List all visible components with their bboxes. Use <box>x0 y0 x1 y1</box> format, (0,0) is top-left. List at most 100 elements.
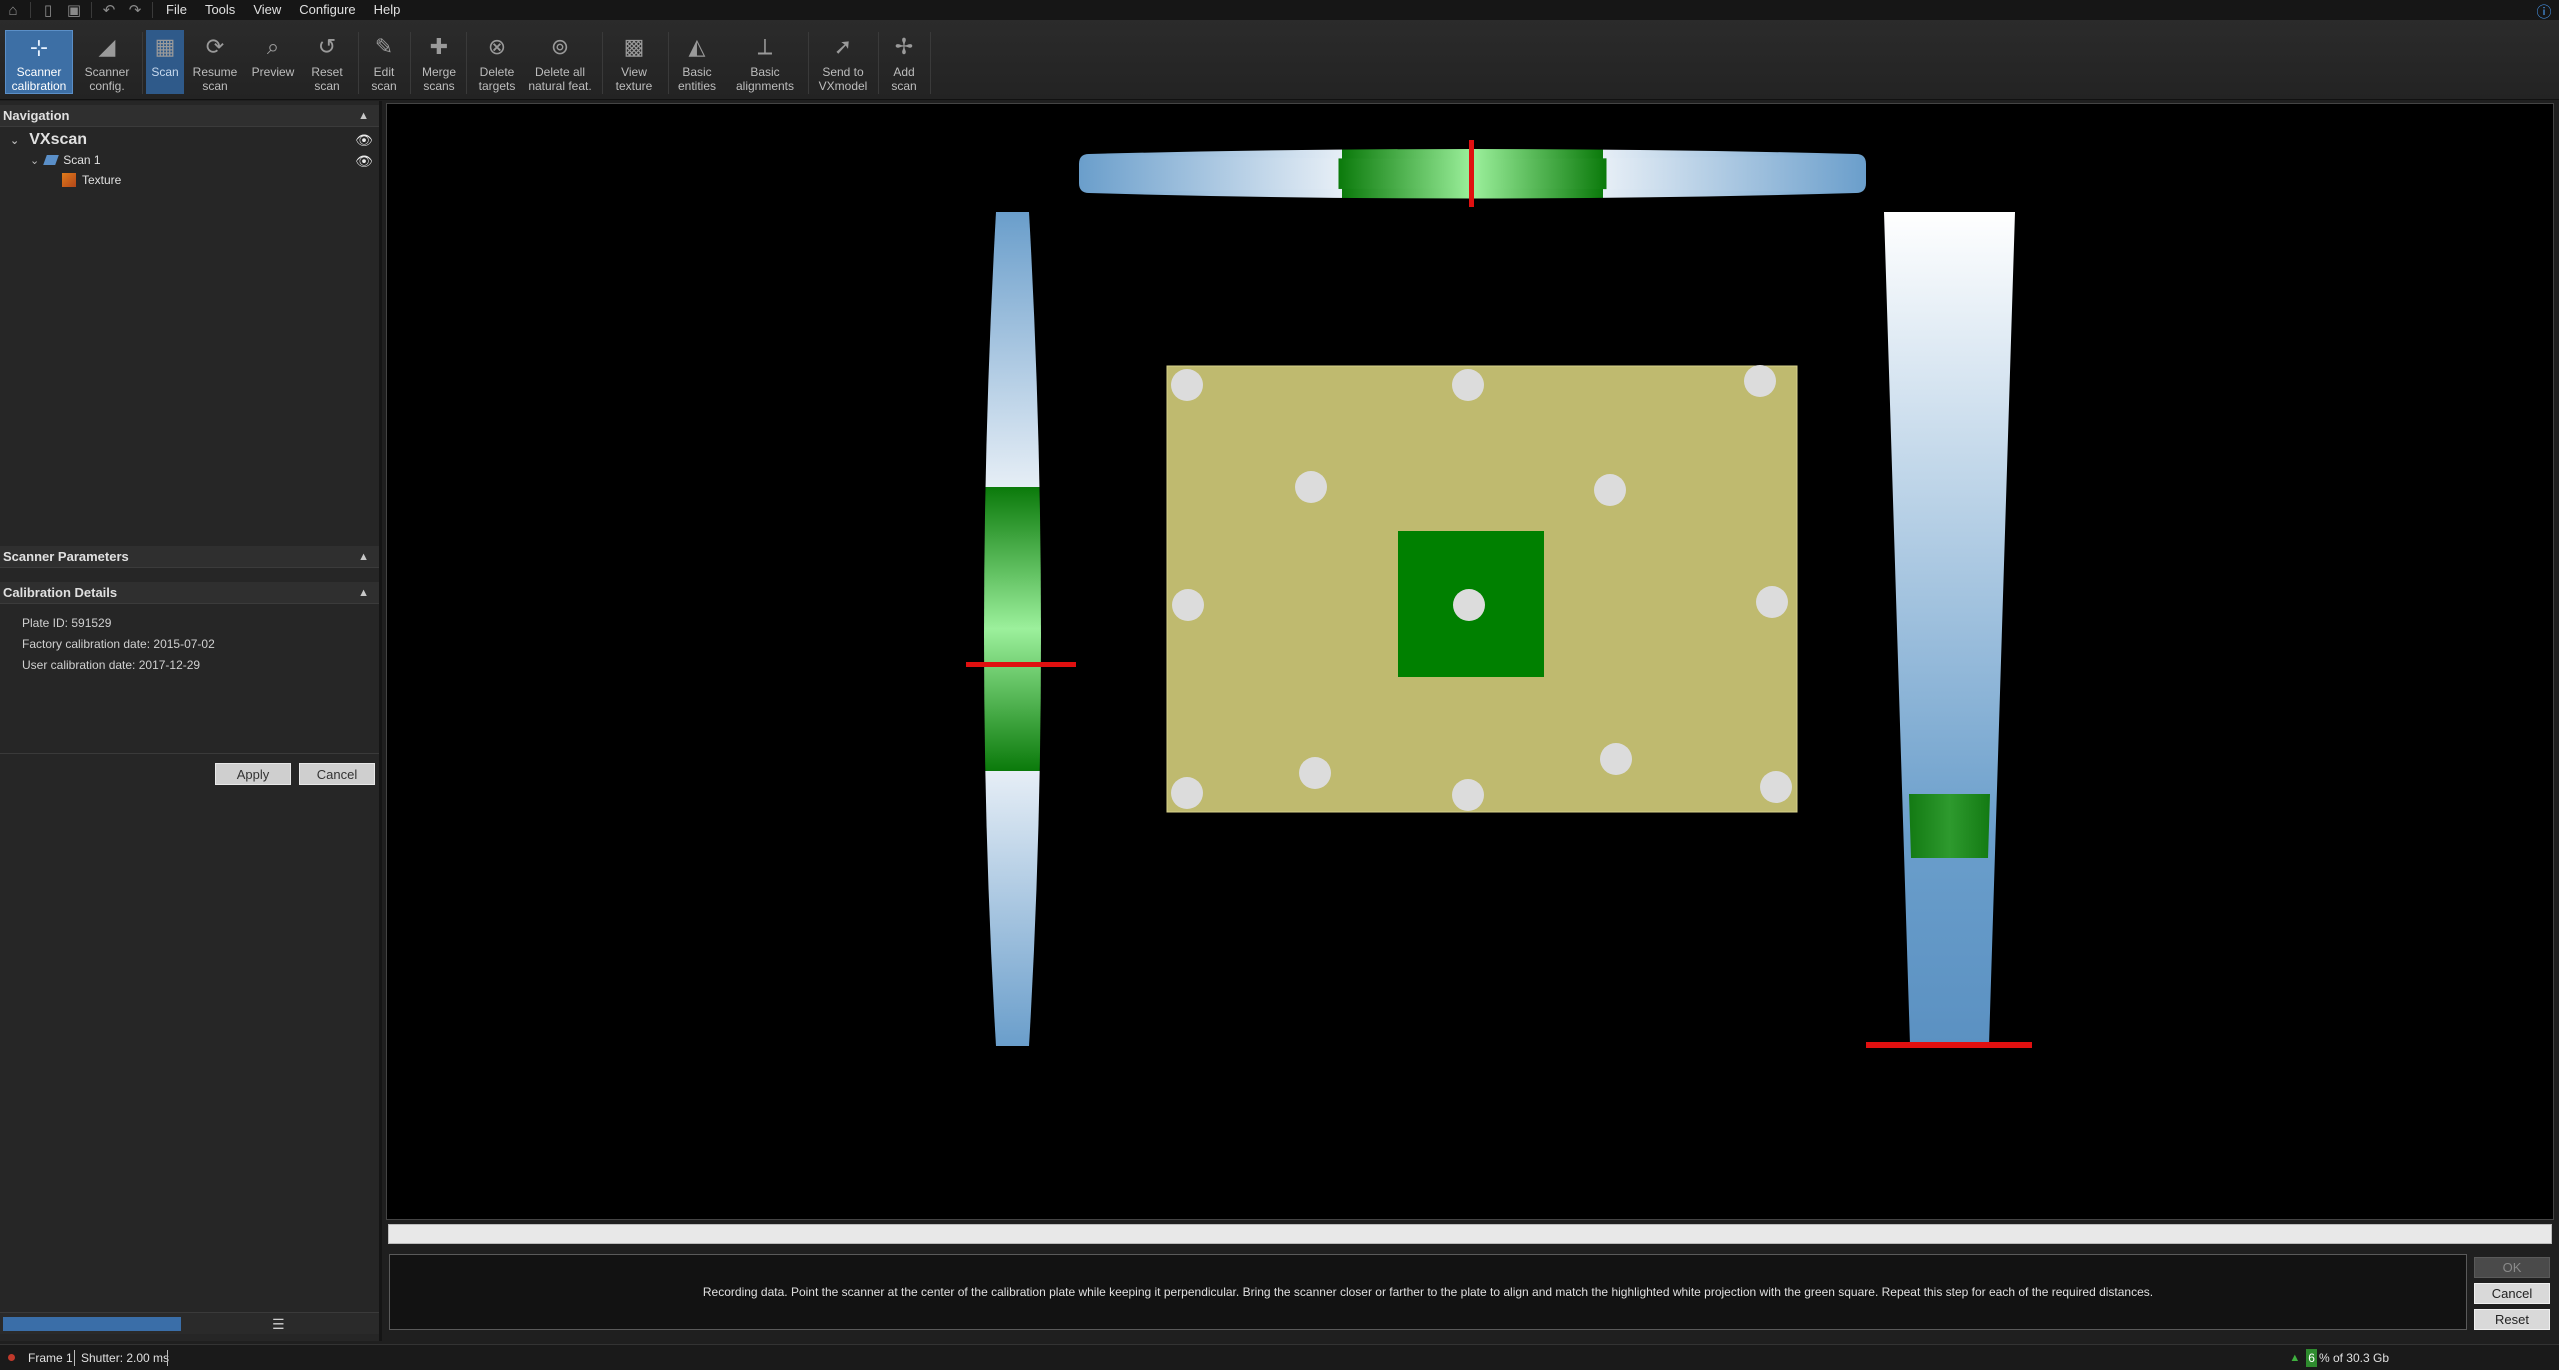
ok-button[interactable]: OK <box>2474 1257 2550 1278</box>
undo-icon[interactable]: ↶ <box>96 0 122 20</box>
merge-scans-icon: ✚ <box>429 34 449 59</box>
menu-view[interactable]: View <box>244 0 290 20</box>
tree-item-vxscan[interactable]: ⌄ VXscan <box>10 131 87 149</box>
save-icon[interactable]: ▣ <box>61 0 87 20</box>
add-scan-button[interactable]: ✢ Add scan <box>882 30 926 94</box>
merge-scans-button[interactable]: ✚ Merge scans <box>414 30 464 94</box>
button-label: Send to <box>822 65 864 79</box>
send-to-vxmodel-button[interactable]: ➚ Send to VXmodel <box>812 30 874 94</box>
calibration-details-header[interactable]: Calibration Details ▲ <box>0 582 379 604</box>
separator <box>410 32 411 94</box>
tree-item-scan-1[interactable]: ⌄ Scan 1 <box>30 153 101 167</box>
scanner-parameters-title: Scanner Parameters <box>3 549 129 564</box>
distance-gauge <box>1866 212 2032 1048</box>
visibility-eye-icon[interactable]: 👁 <box>353 153 375 169</box>
navigation-header[interactable]: Navigation ▲ <box>0 105 379 127</box>
cancel-button[interactable]: Cancel <box>299 763 375 785</box>
view-texture-button[interactable]: ▩ View texture <box>606 30 662 94</box>
vertical-angle-indicator <box>966 662 1076 667</box>
menu-configure[interactable]: Configure <box>290 0 364 20</box>
help-icon[interactable]: ⓘ <box>2535 1 2553 21</box>
status-bar: Frame 1 Shutter: 2.00 ms ▲ 6 % of 30.3 G… <box>0 1344 2559 1370</box>
ribbon-toolbar: ⊹ Scanner calibration ◢ Scanner config. … <box>0 20 2559 100</box>
basic-alignments-button[interactable]: ⟂ Basic alignments <box>726 30 804 94</box>
scanner-parameters-header[interactable]: Scanner Parameters ▲ <box>0 546 379 568</box>
preview-button[interactable]: ⌕ Preview <box>246 30 300 94</box>
button-label: scan <box>371 79 397 93</box>
delete-natural-features-button[interactable]: ⊚ Delete all natural feat. <box>524 30 596 94</box>
collapse-icon[interactable]: ▲ <box>358 582 369 604</box>
button-label: Resume <box>192 65 238 79</box>
view-texture-icon: ▩ <box>623 34 645 59</box>
button-label: Scanner <box>16 65 62 79</box>
edit-scan-icon: ✎ <box>374 34 394 59</box>
button-label: targets <box>478 79 516 93</box>
apply-button[interactable]: Apply <box>215 763 291 785</box>
new-file-icon[interactable]: ▯ <box>35 0 61 20</box>
button-label: scan <box>202 79 228 93</box>
vertical-angle-gauge <box>966 212 1076 1046</box>
button-label: View <box>621 65 647 79</box>
horizontal-angle-gauge <box>1079 140 1866 207</box>
button-label: Merge <box>421 65 456 79</box>
quick-access-toolbar: ⌂ ▯ ▣ ↶ ↷ <box>0 0 157 20</box>
resume-scan-icon: ⟳ <box>205 34 225 59</box>
chevron-down-icon[interactable]: ⌄ <box>30 154 39 167</box>
separator <box>466 32 467 94</box>
separator <box>74 1350 75 1366</box>
button-label: Delete all <box>534 65 586 79</box>
separator <box>142 32 143 94</box>
reset-scan-button[interactable]: ↺ Reset scan <box>302 30 352 94</box>
button-label: Preview <box>251 65 295 79</box>
send-to-vxmodel-icon: ➚ <box>833 34 853 59</box>
button-label: calibration <box>11 79 67 93</box>
viewport-3d[interactable] <box>386 103 2554 1220</box>
button-label: scans <box>423 79 455 93</box>
scan-icon <box>43 155 60 165</box>
scanner-calibration-button[interactable]: ⊹ Scanner calibration <box>5 30 73 94</box>
menu-tools[interactable]: Tools <box>196 0 244 20</box>
button-label: Basic <box>750 65 780 79</box>
separator <box>602 32 603 94</box>
recording-status-icon <box>8 1354 15 1361</box>
divider <box>0 753 379 754</box>
cancel-calibration-button[interactable]: Cancel <box>2474 1283 2550 1304</box>
menu-file[interactable]: File <box>157 0 196 20</box>
tree-item-texture[interactable]: Texture <box>62 173 121 187</box>
preview-icon: ⌕ <box>266 34 280 59</box>
list-icon[interactable]: ☰ <box>272 1316 285 1333</box>
collapse-icon[interactable]: ▲ <box>358 105 369 127</box>
delete-targets-icon: ⊗ <box>487 34 507 59</box>
calibration-plate <box>1166 365 1798 813</box>
calibration-overlay <box>966 140 2032 1048</box>
scan-button[interactable]: ▦ Scan <box>146 30 184 94</box>
left-panel: Navigation ▲ ⌄ VXscan 👁 ⌄ Scan 1 👁 Textu… <box>0 101 382 1341</box>
memory-icon: ▲ <box>2289 1352 2301 1364</box>
separator <box>167 1350 168 1366</box>
distance-target-zone <box>1909 794 1990 858</box>
menu-bar: ⌂ ▯ ▣ ↶ ↷ File Tools View Configure Help… <box>0 0 2559 21</box>
separator <box>808 32 809 94</box>
recording-progress-bar <box>388 1224 2552 1244</box>
tab-tree-view[interactable] <box>3 1317 181 1331</box>
delete-targets-button[interactable]: ⊗ Delete targets <box>470 30 524 94</box>
reset-button[interactable]: Reset <box>2474 1309 2550 1330</box>
button-label: Scan <box>151 65 179 79</box>
redo-icon[interactable]: ↷ <box>122 0 148 20</box>
memory-usage: ▲ 6 % of 30.3 Gb <box>2289 1349 2389 1367</box>
visibility-eye-icon[interactable]: 👁 <box>353 132 375 148</box>
edit-scan-button[interactable]: ✎ Edit scan <box>362 30 406 94</box>
home-icon[interactable]: ⌂ <box>0 0 26 20</box>
menu-help[interactable]: Help <box>365 0 410 20</box>
basic-entities-button[interactable]: ◭ Basic entities <box>672 30 722 94</box>
resume-scan-button[interactable]: ⟳ Resume scan <box>188 30 242 94</box>
collapse-icon[interactable]: ▲ <box>358 546 369 568</box>
vxelements-window: ⌂ ▯ ▣ ↶ ↷ File Tools View Configure Help… <box>0 0 2559 1370</box>
chevron-down-icon[interactable]: ⌄ <box>10 134 19 147</box>
scanner-config-button[interactable]: ◢ Scanner config. <box>76 30 138 94</box>
separator <box>930 32 931 94</box>
instruction-text: Recording data. Point the scanner at the… <box>702 1285 2154 1299</box>
horizontal-angle-indicator <box>1469 140 1474 207</box>
separator <box>30 2 31 18</box>
calibration-icon: ⊹ <box>29 34 49 60</box>
